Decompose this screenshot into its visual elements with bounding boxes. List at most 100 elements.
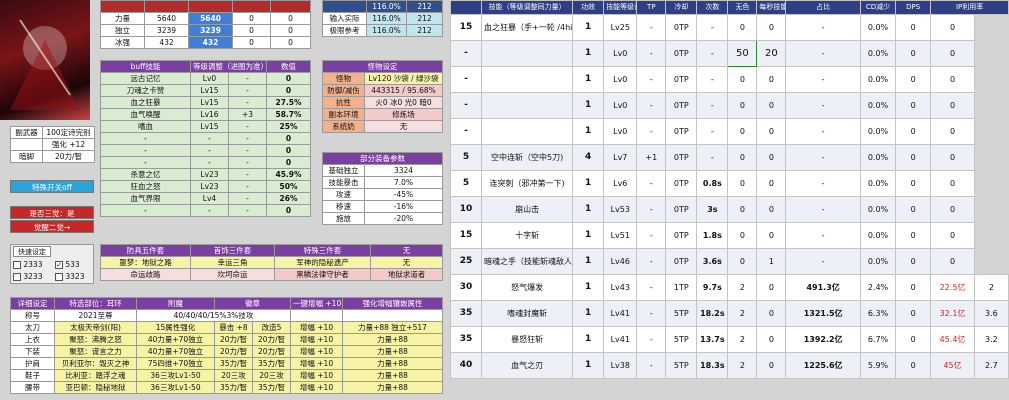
skill-head: 技能（等级调整同力量） (481, 0, 574, 15)
skill-cell: 0.0% (859, 118, 897, 145)
skill-cell[interactable]: 2 (727, 352, 758, 379)
skill-cell[interactable]: 0 (756, 144, 787, 171)
partial-row: 移速 -16% (322, 200, 443, 213)
skill-cell[interactable]: 0 (756, 352, 787, 379)
awaken2-button[interactable]: 觉醒二觉→ (10, 220, 94, 233)
skill-cell: - (785, 92, 861, 119)
buff-row: ---0 (100, 144, 311, 157)
skill-cell[interactable]: 0 (756, 118, 787, 145)
monster-header: 怪物设定 (322, 60, 443, 73)
skill-cell[interactable]: 0 (756, 170, 787, 197)
quick-option[interactable]: 3323 (55, 271, 93, 282)
buff-value: 0 (266, 156, 311, 169)
quick-value: 2333 (23, 260, 43, 269)
skill-cell[interactable]: 2 (727, 300, 758, 327)
skill-cell[interactable]: 50 (727, 40, 758, 67)
stat-base: 5640 (144, 12, 189, 25)
buff-adjust: - (228, 144, 267, 157)
detail-head: 一键增幅 +10 (290, 297, 343, 310)
skill-cell[interactable]: 0 (727, 196, 758, 223)
checkbox-icon[interactable] (55, 273, 63, 281)
buff-level: Lv16 (190, 108, 229, 121)
skill-cell[interactable]: 0 (756, 222, 787, 249)
skill-cell[interactable]: 2 (727, 326, 758, 353)
skill-cell: 血气之刃 (481, 352, 574, 379)
partial-label: 移速 (322, 200, 365, 213)
buff-name: - (100, 144, 191, 157)
info-head (322, 0, 367, 13)
detail-head: 详细设定 (10, 297, 55, 310)
buff-row: 刀魂之卡赞 Lv15-0 (100, 84, 311, 97)
skill-cell[interactable]: 0 (756, 274, 787, 301)
skill-cell[interactable]: 0 (727, 92, 758, 119)
checkbox-icon[interactable]: ✓ (55, 261, 63, 269)
buff-level: Lv0 (190, 72, 229, 85)
skill-cell[interactable]: 0 (727, 248, 758, 275)
skill-cell[interactable]: 0 (756, 196, 787, 223)
set-cell: 噩梦：地狱之路 (100, 256, 191, 269)
skill-cell: 5TP (665, 352, 698, 379)
buff-level: Lv15 (190, 96, 229, 109)
skill-cell[interactable]: 0 (756, 300, 787, 327)
set-head: 特殊三件套 (274, 244, 371, 257)
skill-cell[interactable]: 0 (727, 170, 758, 197)
monster-value: Lv120 沙袋 / 绿沙袋 (364, 72, 443, 85)
skill-cell[interactable]: 0 (756, 14, 787, 41)
skill-cell: - (449, 92, 483, 119)
checkbox-icon[interactable] (13, 273, 21, 281)
skill-cell[interactable]: 2 (727, 274, 758, 301)
stat-extra2: 0 (270, 12, 311, 25)
quick-option[interactable]: ✓ 533 (55, 259, 93, 270)
buff-name: 刀魂之卡赞 (100, 84, 191, 97)
skill-cell[interactable]: 0 (727, 66, 758, 93)
skill-head: 占比 (785, 0, 861, 15)
partial-row: 攻速 -45% (322, 188, 443, 201)
skill-cell[interactable]: 0 (727, 118, 758, 145)
skill-cell: - (636, 92, 667, 119)
skill-cell (481, 40, 574, 67)
skill-cell: 空中连斩（空中5刀) (481, 144, 574, 171)
skill-cell: 0.0% (859, 144, 897, 171)
skill-cell[interactable]: 0 (727, 144, 758, 171)
skill-cell: 0 (895, 170, 932, 197)
skill-cell[interactable]: 0 (727, 14, 758, 41)
skill-cell[interactable]: 20 (756, 40, 787, 67)
skill-cell: 0 (930, 40, 975, 67)
skill-cell: 6.7% (859, 326, 897, 353)
detail-slot: 护肩 (10, 357, 55, 370)
skill-cell: - (785, 118, 861, 145)
info-label: 输入实际 (322, 12, 367, 25)
detail-attr: 力量+88 (342, 357, 443, 370)
skill-cell[interactable]: 0 (727, 222, 758, 249)
detail-badge: 35力/智 (214, 357, 253, 370)
three-awaken-button[interactable]: 是否三觉：是 (10, 206, 94, 219)
buff-value: 27.5% (266, 96, 311, 109)
info-value: 116.0% (366, 12, 407, 25)
quick-value: 533 (65, 260, 80, 269)
stat-table: 力量 5640 5640 0 0 独立 3239 3239 0 0 冰强 432 432 0 0 (100, 0, 311, 49)
skill-cell: - (696, 40, 729, 67)
checkbox-icon[interactable] (13, 261, 21, 269)
info-head: 212 (406, 0, 443, 13)
skill-cell[interactable]: 0 (756, 92, 787, 119)
skill-cell: 0 (930, 170, 975, 197)
skill-cell[interactable]: 1 (756, 248, 787, 275)
stat-extra2: 0 (270, 24, 311, 37)
partial-row: 基础独立 3324 (322, 164, 443, 177)
skill-cell: 0 (895, 196, 932, 223)
skill-cell[interactable]: 0 (756, 326, 787, 353)
weapon-label (10, 138, 43, 151)
quick-set-label[interactable]: 快速设定 (13, 246, 51, 257)
skill-cell (481, 66, 574, 93)
skill-cell: 9.7s (696, 274, 729, 301)
skill-cell: 1392.2亿 (785, 326, 861, 353)
quick-option[interactable]: 2333 (13, 259, 51, 270)
weapon-value: 20力/智 (42, 150, 95, 163)
skill-cell[interactable]: 0 (756, 66, 787, 93)
special-switch-button[interactable]: 特殊开关off (10, 180, 94, 193)
quick-option[interactable]: 3233 (13, 271, 51, 282)
monster-row: 防御/减伤 443315 / 95.68% (322, 84, 443, 97)
skill-cell: 5TP (665, 300, 698, 327)
set-cell: 幸运三角 (190, 256, 275, 269)
stat-row: 冰强 432 432 0 0 (100, 36, 311, 49)
